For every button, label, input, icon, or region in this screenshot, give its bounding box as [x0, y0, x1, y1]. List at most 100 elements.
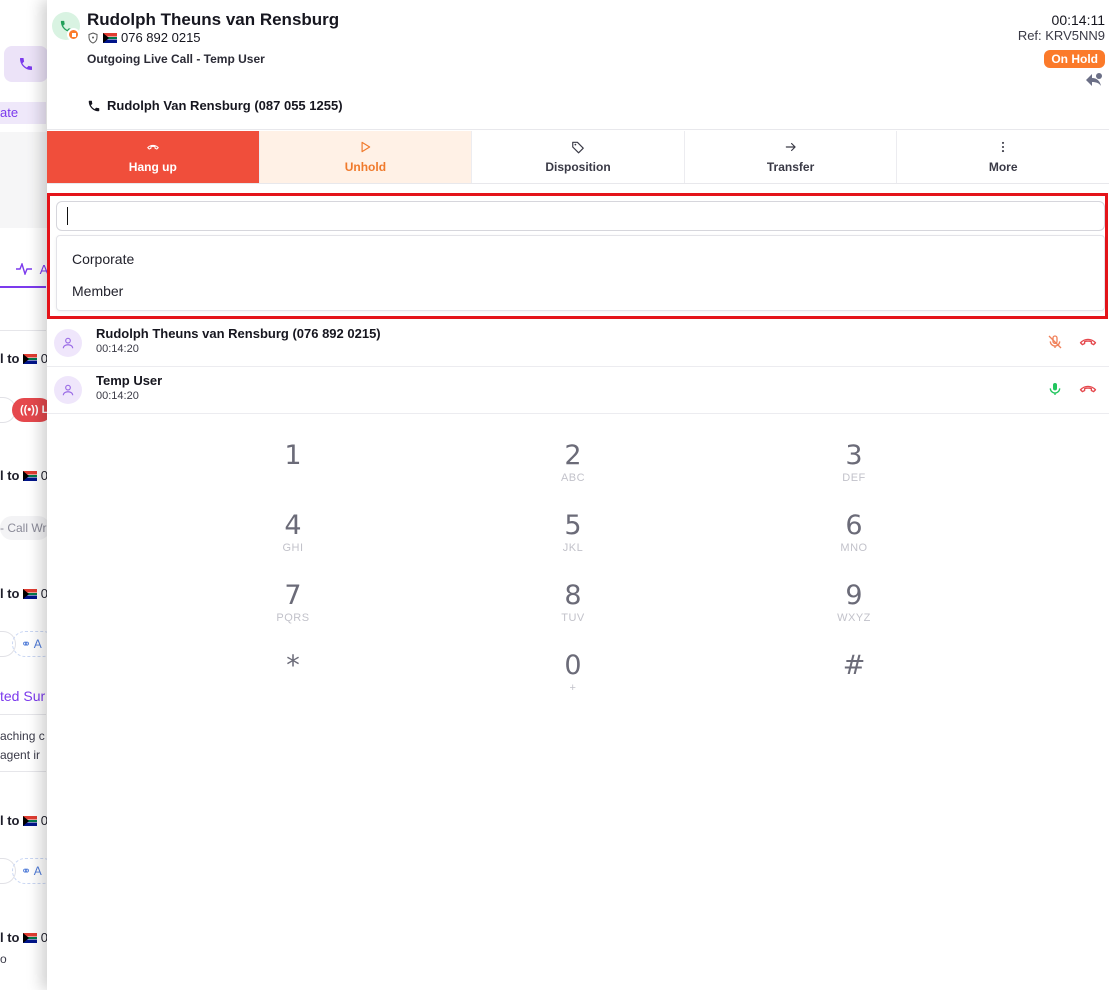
hangup-label: Hang up	[128, 160, 177, 174]
za-flag-icon	[23, 816, 38, 826]
keypad-key-8[interactable]: 8 TUV	[513, 581, 633, 641]
summary-line: agent ir	[0, 748, 41, 762]
key-letters: ABC	[560, 472, 586, 484]
key-letters: +	[569, 682, 577, 694]
keypad-key-9[interactable]: 9 WXYZ	[794, 581, 914, 641]
background-call-row: l to 0	[0, 468, 48, 483]
disposition-option-list: Corporate Member	[56, 235, 1105, 311]
hold-badge-icon	[67, 28, 80, 41]
caller-name: Rudolph Theuns van Rensburg	[87, 10, 340, 29]
key-letters: GHI	[282, 542, 304, 554]
key-letters: MNO	[840, 542, 868, 554]
call-panel: Rudolph Theuns van Rensburg 076 892 0215…	[47, 0, 1109, 990]
za-flag-icon	[103, 32, 117, 43]
keypad-key-0[interactable]: 0 +	[513, 651, 633, 711]
participant-duration: 00:14:20	[96, 343, 139, 355]
key-digit: 6	[845, 510, 863, 541]
key-digit: #	[842, 650, 866, 681]
key-letters: JKL	[562, 542, 584, 554]
key-digit: 1	[284, 440, 302, 471]
status-badge: On Hold	[1044, 50, 1105, 68]
call-ref: Ref: KRV5NN9	[1017, 28, 1105, 43]
tag-icon	[572, 141, 584, 154]
keypad-key-5[interactable]: 5 JKL	[513, 511, 633, 571]
participant-name: Rudolph Theuns van Rensburg (076 892 021…	[96, 326, 381, 341]
call-timer: 00:14:11	[1051, 12, 1105, 28]
keypad-key-3[interactable]: 3 DEF	[794, 441, 914, 501]
reply-icon[interactable]	[1085, 72, 1103, 88]
mic-icon[interactable]	[1047, 381, 1063, 397]
disposition-dropdown: Corporate Member	[47, 193, 1108, 319]
call-action-bar: Hang up Unhold Disposition Transfer More	[47, 131, 1109, 184]
key-letters: TUV	[561, 612, 585, 624]
key-digit: 8	[564, 580, 582, 611]
phone-hangup-icon[interactable]	[1079, 336, 1097, 348]
line-row: Rudolph Van Rensburg (087 055 1255)	[87, 98, 343, 113]
keypad-key-star[interactable]: *	[233, 651, 353, 711]
play-icon	[361, 141, 371, 153]
link-label: A	[33, 637, 42, 651]
background-call-row: l to 0	[0, 586, 48, 601]
unhold-button[interactable]: Unhold	[259, 131, 473, 183]
call-row-prefix: l to	[0, 468, 20, 483]
disposition-option-member[interactable]: Member	[72, 283, 123, 299]
key-letters: PQRS	[276, 612, 310, 624]
user-icon	[54, 329, 82, 357]
divider	[0, 330, 46, 331]
keypad-key-1[interactable]: 1	[233, 441, 353, 501]
disposition-button[interactable]: Disposition	[472, 131, 685, 183]
phone-icon	[20, 58, 32, 70]
unhold-label: Unhold	[344, 160, 387, 174]
za-flag-icon	[23, 354, 38, 364]
background-call-row: l to 0	[0, 351, 48, 366]
za-flag-icon	[23, 933, 38, 943]
trailing-text: o	[0, 952, 7, 966]
participant-row: Rudolph Theuns van Rensburg (076 892 021…	[47, 320, 1109, 367]
keypad-key-hash[interactable]: #	[794, 651, 914, 711]
call-row-prefix: l to	[0, 586, 20, 601]
disposition-search-input[interactable]	[56, 201, 1105, 231]
keypad-key-7[interactable]: 7 PQRS	[233, 581, 353, 641]
phone-icon	[88, 100, 100, 111]
call-wrap-pill: - Call Wr	[0, 516, 50, 540]
key-digit: 9	[845, 580, 863, 611]
more-label: More	[988, 160, 1018, 174]
line-label: Rudolph Van Rensburg (087 055 1255)	[107, 98, 343, 113]
keypad-key-2[interactable]: 2 ABC	[513, 441, 633, 501]
link-label: A	[33, 864, 42, 878]
background-call-row: l to 0	[0, 813, 48, 828]
call-row-prefix: l to	[0, 351, 20, 366]
phone-hangup-icon[interactable]	[1079, 383, 1097, 395]
disposition-label: Disposition	[545, 160, 611, 174]
more-vertical-icon	[1002, 141, 1005, 153]
background-activity-tab[interactable]: A	[16, 261, 48, 277]
disposition-option-corporate[interactable]: Corporate	[72, 251, 134, 267]
key-digit: 7	[284, 580, 302, 611]
key-letters: DEF	[842, 472, 866, 484]
background-phone-button[interactable]	[4, 46, 48, 82]
user-icon	[54, 376, 82, 404]
call-row-prefix: l to	[0, 930, 20, 945]
more-button[interactable]: More	[897, 131, 1109, 183]
participant-name: Temp User	[96, 373, 163, 388]
shield-icon	[88, 31, 98, 44]
divider	[0, 771, 46, 772]
arrow-right-icon	[785, 142, 796, 152]
background-call-row: l to 0	[0, 930, 48, 945]
call-description: Outgoing Live Call - Temp User	[87, 52, 265, 66]
keypad-key-4[interactable]: 4 GHI	[233, 511, 353, 571]
summary-line: aching c	[0, 729, 45, 743]
za-flag-icon	[23, 471, 38, 481]
transfer-button[interactable]: Transfer	[685, 131, 898, 183]
hangup-button[interactable]: Hang up	[47, 131, 260, 183]
call-row-prefix: l to	[0, 813, 20, 828]
participant-duration: 00:14:20	[96, 390, 139, 402]
call-header: Rudolph Theuns van Rensburg 076 892 0215…	[47, 0, 1109, 130]
background-tab-underline	[0, 286, 46, 288]
mic-off-icon[interactable]	[1047, 334, 1063, 350]
key-digit: 3	[845, 440, 863, 471]
key-digit: 5	[564, 510, 582, 541]
keypad-key-6[interactable]: 6 MNO	[794, 511, 914, 571]
summary-title: ted Sur	[0, 688, 46, 704]
key-digit: 4	[284, 510, 302, 541]
